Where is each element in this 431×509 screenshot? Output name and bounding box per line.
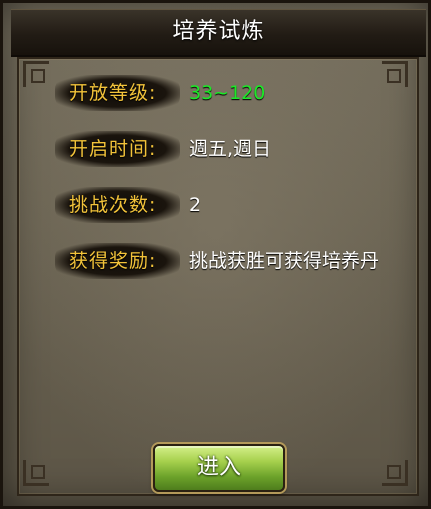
reward-value: 挑战获胜可获得培养丹 bbox=[189, 250, 380, 272]
challenge-count-value: 2 bbox=[189, 194, 202, 216]
enter-button-label: 进入 bbox=[196, 455, 241, 480]
open-level-label: 开放等级: bbox=[69, 82, 157, 104]
reward-label: 获得奖励: bbox=[69, 250, 157, 272]
corner-ornament-bottom-left bbox=[23, 460, 49, 486]
enter-button[interactable]: 进入 bbox=[153, 444, 285, 492]
challenge-count-label: 挑战次数: bbox=[69, 194, 157, 216]
open-time-value: 週五,週日 bbox=[189, 138, 272, 160]
trial-dialog: 培养试炼 开放等级: 33~120 开启时间: 週五,週日 挑战次数: 2 获得… bbox=[0, 0, 431, 509]
corner-ornament-bottom-right bbox=[382, 460, 408, 486]
title-bar: 培养试炼 bbox=[11, 9, 426, 57]
open-time-label: 开启时间: bbox=[69, 138, 157, 160]
dialog-title: 培养试炼 bbox=[172, 19, 265, 44]
corner-ornament-top-left bbox=[23, 61, 49, 87]
open-level-value: 33~120 bbox=[189, 82, 266, 104]
